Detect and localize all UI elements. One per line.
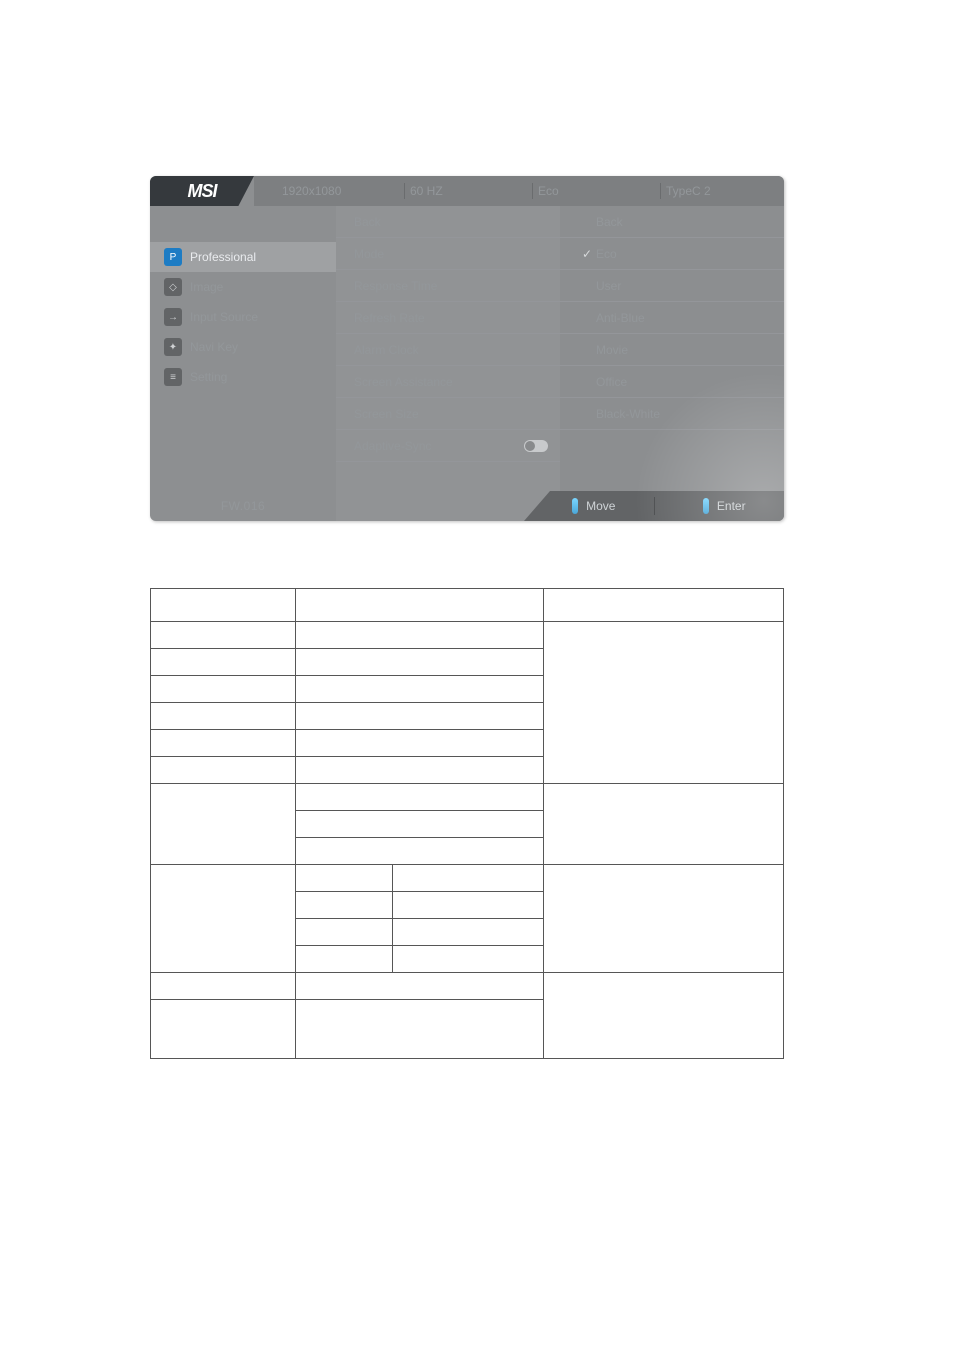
brand-logo: MSI [150,176,254,206]
submenu-col-2: Back Eco User Anti-Blue Movie Office Bla… [560,206,784,521]
input-source-icon: → [164,308,182,326]
mode-movie[interactable]: Movie [560,333,784,365]
nav-hint-bar: Move Enter [524,491,784,521]
image-icon: ◇ [164,278,182,296]
sidebar-item-label: Input Source [190,310,258,324]
sidebar-item-label: Navi Key [190,340,238,354]
hint-label: Enter [717,499,746,513]
option-response-time[interactable]: Response Time [336,269,560,301]
mode-office[interactable]: Office [560,365,784,397]
sidebar-item-label: Professional [190,250,256,264]
firmware-label: FW.016 [150,491,336,521]
option-label: User [596,279,772,293]
joystick-icon [572,498,578,514]
option-label: Adaptive-Sync [354,439,524,453]
toggle-off-icon[interactable] [524,440,548,452]
option-label: Back [596,215,772,229]
status-divider [404,183,406,199]
option-alarm-clock[interactable]: Alarm Clock [336,333,560,365]
option-label: Screen Assistance [354,375,548,389]
option-label: Eco [596,247,772,261]
hint-move: Move [524,498,654,514]
option-screen-assistance[interactable]: Screen Assistance [336,365,560,397]
status-divider [532,183,534,199]
osd-body: P Professional ◇ Image → Input Source ✦ … [150,206,784,521]
sidebar-item-label: Image [190,280,223,294]
osd-header: MSI 1920x1080 60 HZ Eco TypeC 2 [150,176,784,206]
sidebar-item-input-source[interactable]: → Input Source [150,302,336,332]
sidebar-item-navi-key[interactable]: ✦ Navi Key [150,332,336,362]
option-label: Alarm Clock [354,343,548,357]
option-label: Office [596,375,772,389]
option-label: Back [354,215,548,229]
joystick-icon [703,498,709,514]
status-bar: 1920x1080 60 HZ Eco TypeC 2 [254,176,784,206]
panel-spacer [336,461,560,521]
option-label: Anti-Blue [596,311,772,325]
mode-anti-blue[interactable]: Anti-Blue [560,301,784,333]
option-refresh-rate[interactable]: Refresh Rate [336,301,560,333]
submenu-panel: Back Mode Response Time Refresh Rate Ala… [336,206,784,521]
sidebar-item-setting[interactable]: ≡ Setting [150,362,336,392]
sidebar-item-label: Setting [190,370,227,384]
submenu-col-1: Back Mode Response Time Refresh Rate Ala… [336,206,560,521]
status-preset: Eco [538,184,656,198]
monitor-osd: MSI 1920x1080 60 HZ Eco TypeC 2 P Profes… [150,176,784,521]
navi-key-icon: ✦ [164,338,182,356]
status-input: TypeC 2 [666,184,784,198]
status-resolution: 1920x1080 [282,184,400,198]
status-divider [660,183,662,199]
option-screen-size[interactable]: Screen Size [336,397,560,429]
setting-icon: ≡ [164,368,182,386]
main-menu-sidebar: P Professional ◇ Image → Input Source ✦ … [150,206,336,521]
option-label: Screen Size [354,407,548,421]
check-icon [578,247,596,261]
option-label: Black-White [596,407,772,421]
mode-black-white[interactable]: Black-White [560,397,784,429]
mode-back[interactable]: Back [560,206,784,237]
option-label: Response Time [354,279,548,293]
mode-eco[interactable]: Eco [560,237,784,269]
option-back[interactable]: Back [336,206,560,237]
hint-label: Move [586,499,615,513]
option-adaptive-sync[interactable]: Adaptive-Sync [336,429,560,461]
option-mode[interactable]: Mode [336,237,560,269]
hint-enter: Enter [655,498,785,514]
sidebar-item-professional[interactable]: P Professional [150,242,336,272]
option-label: Movie [596,343,772,357]
spec-table [150,588,784,1059]
option-label: Refresh Rate [354,311,548,325]
professional-icon: P [164,248,182,266]
option-label: Mode [354,247,548,261]
mode-user[interactable]: User [560,269,784,301]
status-refresh: 60 HZ [410,184,528,198]
sidebar-item-image[interactable]: ◇ Image [150,272,336,302]
